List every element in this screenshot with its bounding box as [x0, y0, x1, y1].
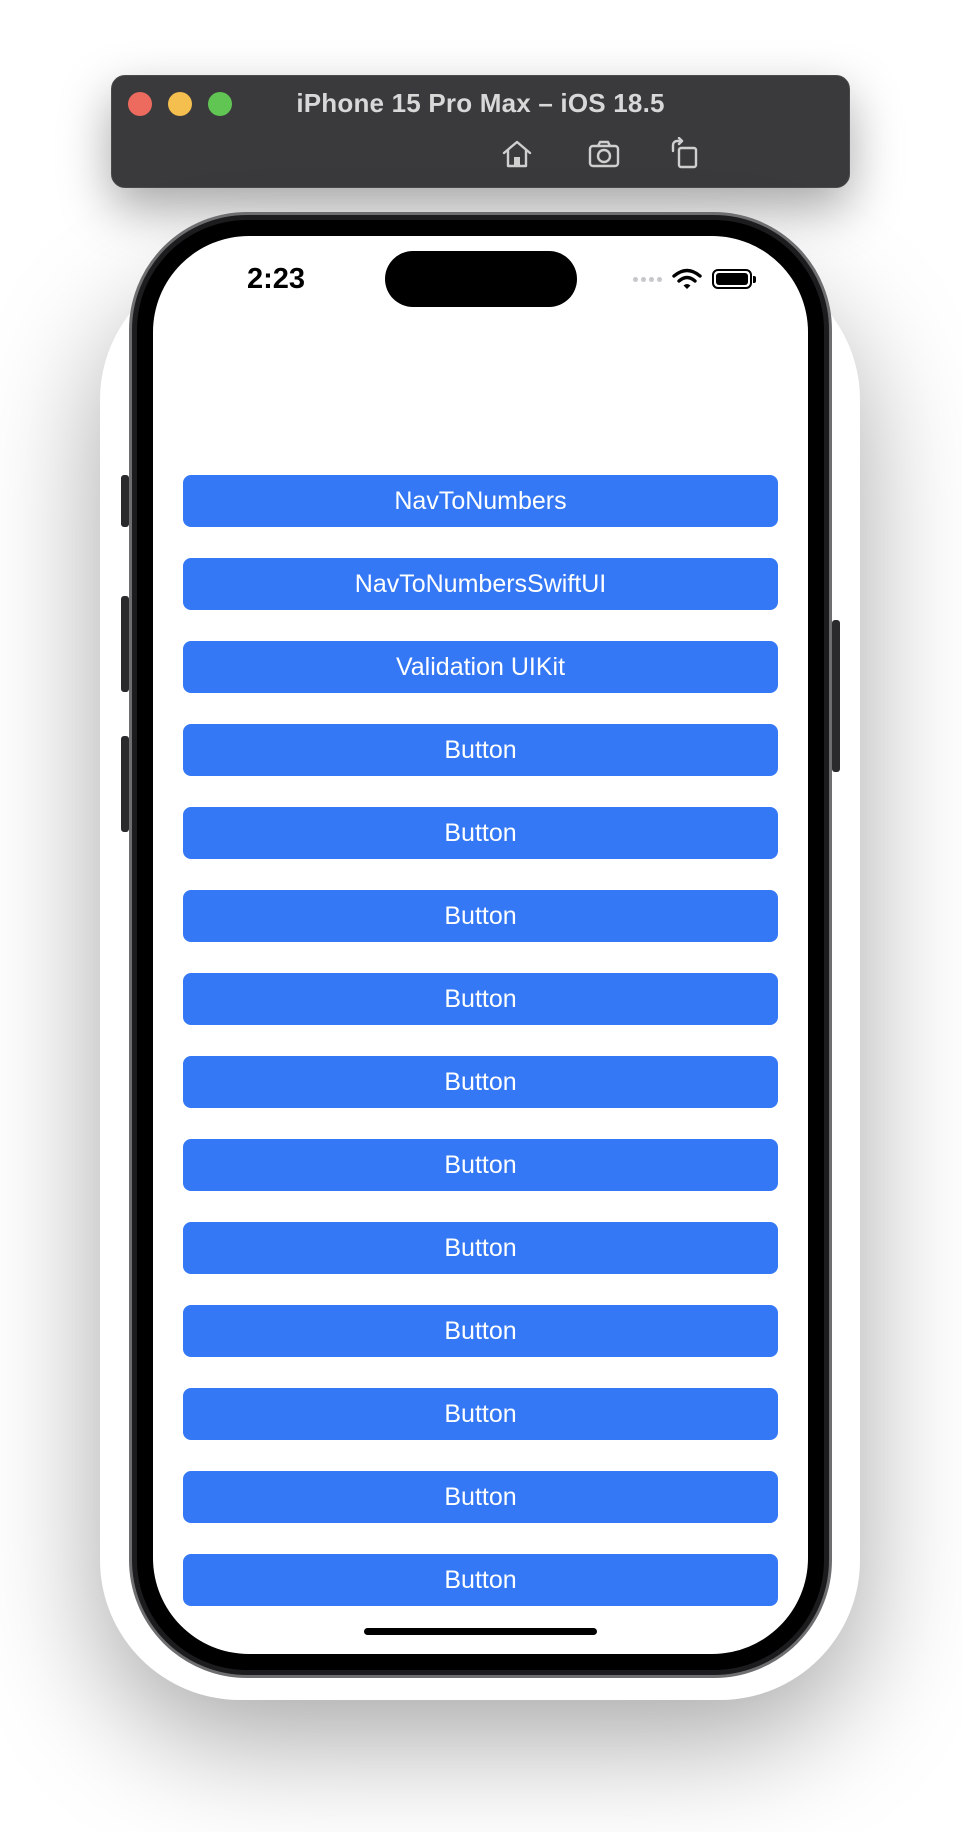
home-icon: [502, 140, 532, 168]
button-7[interactable]: Button: [183, 973, 778, 1025]
nav-to-numbers-swiftui-button[interactable]: NavToNumbersSwiftUI: [183, 558, 778, 610]
simulator-stage: iPhone 15 Pro Max – iOS 18.5 2:23 NavToN…: [0, 0, 962, 1832]
simulator-titlebar[interactable]: iPhone 15 Pro Max – iOS 18.5: [111, 75, 850, 188]
button-6[interactable]: Button: [183, 890, 778, 942]
button-10[interactable]: Button: [183, 1222, 778, 1274]
button-list: NavToNumbers NavToNumbersSwiftUI Validat…: [183, 475, 778, 1606]
status-icons: [633, 264, 756, 294]
rotate-icon: [671, 137, 698, 169]
side-power-button[interactable]: [832, 620, 840, 772]
home-button[interactable]: [497, 134, 537, 174]
nav-to-numbers-button[interactable]: NavToNumbers: [183, 475, 778, 527]
button-4[interactable]: Button: [183, 724, 778, 776]
volume-down-button[interactable]: [121, 736, 129, 832]
button-5[interactable]: Button: [183, 807, 778, 859]
rotate-button[interactable]: [665, 134, 705, 174]
button-13[interactable]: Button: [183, 1471, 778, 1523]
device-screen: 2:23 NavToNumbers NavToNumbersSwiftUI Va…: [153, 236, 808, 1654]
button-11[interactable]: Button: [183, 1305, 778, 1357]
volume-up-button[interactable]: [121, 596, 129, 692]
button-14[interactable]: Button: [183, 1554, 778, 1606]
validation-uikit-button[interactable]: Validation UIKit: [183, 641, 778, 693]
dynamic-island: [385, 251, 577, 307]
button-9[interactable]: Button: [183, 1139, 778, 1191]
button-8[interactable]: Button: [183, 1056, 778, 1108]
simulator-title: iPhone 15 Pro Max – iOS 18.5: [296, 88, 665, 118]
camera-icon: [588, 140, 620, 168]
action-button[interactable]: [121, 475, 129, 527]
battery-icon: [712, 269, 756, 289]
wifi-icon: [672, 268, 702, 289]
battery-fill: [716, 273, 748, 285]
screenshot-button[interactable]: [584, 134, 624, 174]
signal-dots-icon: [633, 276, 662, 282]
battery-cap: [753, 276, 756, 283]
status-time: 2:23: [247, 263, 306, 295]
simulator-toolbar: [112, 134, 849, 174]
button-12[interactable]: Button: [183, 1388, 778, 1440]
home-indicator[interactable]: [364, 1628, 597, 1635]
